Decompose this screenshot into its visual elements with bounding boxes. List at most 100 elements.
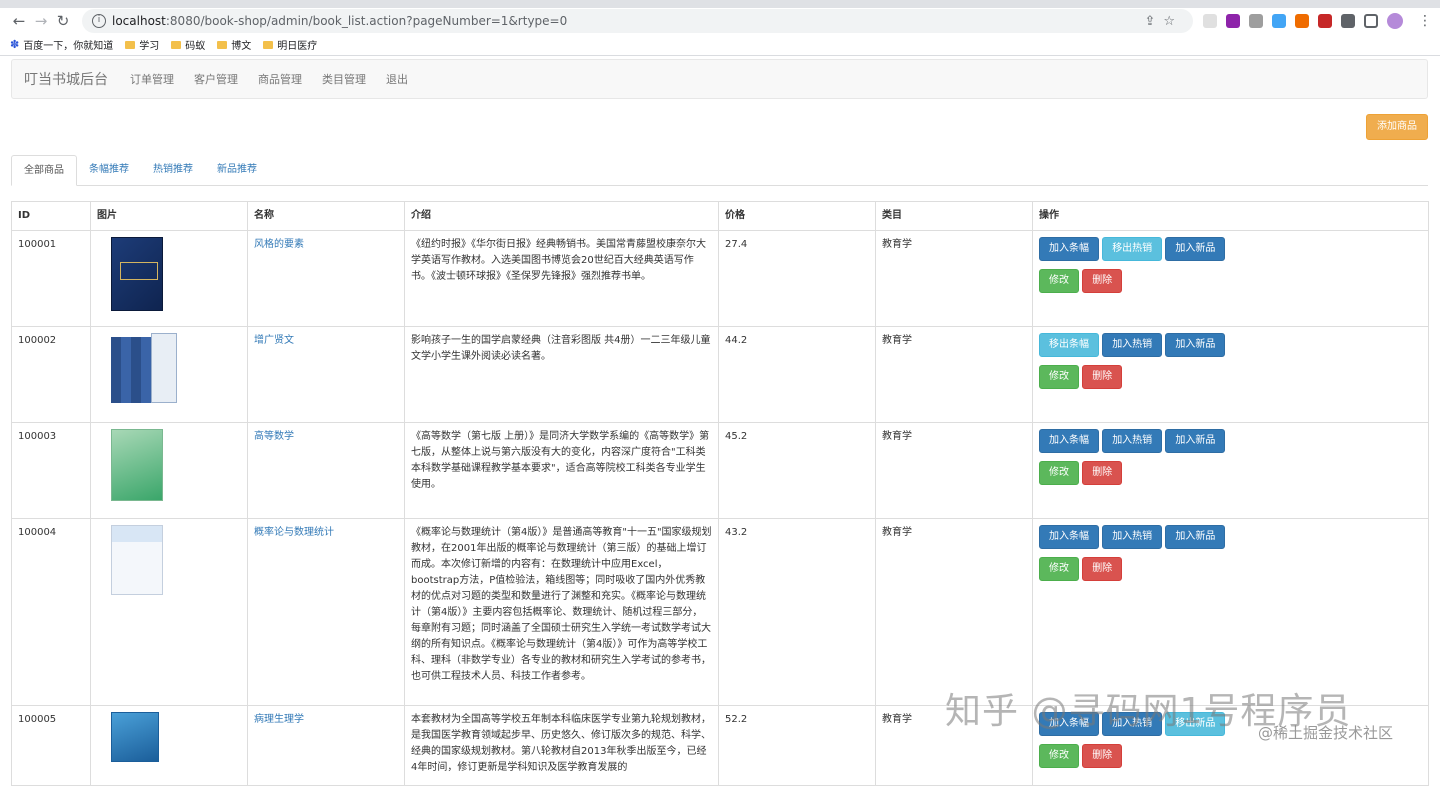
book-cover-image[interactable]: [111, 237, 163, 311]
nav-customers[interactable]: 客户管理: [184, 71, 248, 87]
book-cover-image[interactable]: [111, 525, 163, 595]
table-row: 100002 增广贤文 影响孩子一生的国学启蒙经典（注音彩图版 共4册）一二三年…: [11, 326, 1429, 423]
edit-button[interactable]: 修改: [1039, 461, 1079, 485]
folder-icon: [125, 40, 136, 49]
hot-toggle-button[interactable]: 加入热销: [1102, 429, 1163, 453]
bookmark-label: 百度一下，你就知道: [23, 41, 114, 52]
cell-id: 100002: [11, 326, 91, 423]
cell-desc: 影响孩子一生的国学启蒙经典（注音彩图版 共4册）一二三年级儿童文学小学生课外阅读…: [404, 326, 719, 423]
hot-toggle-button[interactable]: 加入热销: [1102, 333, 1163, 357]
delete-button[interactable]: 删除: [1082, 365, 1123, 389]
bookmark-folder[interactable]: 明日医疗: [263, 37, 317, 52]
cell-price: 45.2: [718, 422, 876, 519]
product-name-link[interactable]: 病理生理学: [254, 714, 304, 725]
extension-icon[interactable]: [1272, 14, 1286, 28]
bookmark-baidu[interactable]: ✽ 百度一下，你就知道: [10, 37, 113, 52]
bookmark-folder[interactable]: 博文: [217, 37, 251, 52]
cell-image: [90, 230, 248, 327]
extension-icon[interactable]: [1226, 14, 1240, 28]
nav-logout[interactable]: 退出: [376, 71, 418, 87]
sidepanel-icon[interactable]: [1364, 14, 1378, 28]
add-product-button[interactable]: 添加商品: [1366, 114, 1428, 140]
nav-orders[interactable]: 订单管理: [120, 71, 184, 87]
col-actions: 操作: [1032, 201, 1429, 231]
nav-products[interactable]: 商品管理: [248, 71, 312, 87]
extension-icon[interactable]: [1249, 14, 1263, 28]
table-row: 100004 概率论与数理统计 《概率论与数理统计（第4版）》是普通高等教育"十…: [11, 518, 1429, 706]
table-header-row: ID 图片 名称 介绍 价格 类目 操作: [11, 201, 1429, 231]
delete-button[interactable]: 删除: [1082, 557, 1123, 581]
avatar[interactable]: [1387, 13, 1403, 29]
new-toggle-button[interactable]: 加入新品: [1165, 237, 1226, 261]
action-row: 加入条幅 移出热销 加入新品: [1039, 237, 1422, 269]
nav-categories[interactable]: 类目管理: [312, 71, 376, 87]
tab-new[interactable]: 新品推荐: [205, 155, 269, 185]
hot-toggle-button[interactable]: 移出热销: [1102, 237, 1163, 261]
banner-toggle-button[interactable]: 加入条幅: [1039, 237, 1099, 261]
product-name-link[interactable]: 高等数学: [254, 431, 294, 442]
cell-image: [90, 705, 248, 786]
product-name-link[interactable]: 增广贤文: [254, 335, 294, 346]
book-cover-image[interactable]: [111, 333, 177, 407]
delete-button[interactable]: 删除: [1082, 744, 1123, 768]
bookmark-label: 学习: [139, 41, 160, 52]
hot-toggle-button[interactable]: 加入热销: [1102, 525, 1163, 549]
tab-all[interactable]: 全部商品: [11, 155, 77, 186]
cell-name: 风格的要素: [247, 230, 405, 327]
bookmark-folder[interactable]: 学习: [125, 37, 159, 52]
cell-desc: 《纽约时报》《华尔街日报》经典畅销书。美国常青藤盟校康奈尔大学英语写作教材。入选…: [404, 230, 719, 327]
cell-actions: 加入条幅 移出热销 加入新品 修改 删除: [1032, 230, 1429, 327]
tab-banner[interactable]: 条幅推荐: [77, 155, 141, 185]
folder-icon: [263, 40, 274, 49]
cell-image: [90, 326, 248, 423]
product-name-link[interactable]: 概率论与数理统计: [254, 527, 334, 538]
back-icon[interactable]: ←: [8, 12, 30, 30]
action-row: 修改 删除: [1039, 269, 1422, 301]
edit-button[interactable]: 修改: [1039, 269, 1079, 293]
folder-icon: [171, 40, 182, 49]
cell-price: 43.2: [718, 518, 876, 706]
edit-button[interactable]: 修改: [1039, 365, 1079, 389]
new-toggle-button[interactable]: 加入新品: [1165, 525, 1226, 549]
cell-image: [90, 422, 248, 519]
cell-category: 教育学: [875, 422, 1033, 519]
paw-icon: ✽: [10, 38, 20, 51]
cell-actions: 加入条幅 加入热销 加入新品 修改 删除: [1032, 422, 1429, 519]
share-star-icons[interactable]: ⇪☆: [1144, 14, 1183, 29]
new-toggle-button[interactable]: 加入新品: [1165, 333, 1226, 357]
edit-button[interactable]: 修改: [1039, 744, 1079, 768]
url-path: :8080/book-shop/admin/book_list.action?p…: [165, 14, 568, 28]
cell-id: 100003: [11, 422, 91, 519]
cell-id: 100004: [11, 518, 91, 706]
banner-toggle-button[interactable]: 移出条幅: [1039, 333, 1099, 357]
tab-hot[interactable]: 热销推荐: [141, 155, 205, 185]
banner-toggle-button[interactable]: 加入条幅: [1039, 429, 1099, 453]
delete-button[interactable]: 删除: [1082, 269, 1123, 293]
site-info-icon[interactable]: i: [92, 14, 106, 28]
extension-icon[interactable]: [1295, 14, 1309, 28]
delete-button[interactable]: 删除: [1082, 461, 1123, 485]
extension-icon[interactable]: [1318, 14, 1332, 28]
col-id: ID: [11, 201, 91, 231]
col-price: 价格: [718, 201, 876, 231]
reload-icon[interactable]: ↻: [52, 12, 74, 30]
bookmark-folder[interactable]: 码蚁: [171, 37, 205, 52]
new-toggle-button[interactable]: 加入新品: [1165, 429, 1226, 453]
book-cover-image[interactable]: [111, 712, 159, 762]
col-category: 类目: [875, 201, 1033, 231]
banner-toggle-button[interactable]: 加入条幅: [1039, 525, 1099, 549]
book-cover-image[interactable]: [111, 429, 163, 501]
product-name-link[interactable]: 风格的要素: [254, 239, 304, 250]
forward-icon[interactable]: →: [30, 12, 52, 30]
cell-image: [90, 518, 248, 706]
cell-name: 病理生理学: [247, 705, 405, 786]
col-image: 图片: [90, 201, 248, 231]
puzzle-icon[interactable]: [1341, 14, 1355, 28]
edit-button[interactable]: 修改: [1039, 557, 1079, 581]
extension-icon[interactable]: [1203, 14, 1217, 28]
brand[interactable]: 叮当书城后台: [12, 69, 120, 89]
menu-icon[interactable]: ⋮: [1418, 13, 1432, 29]
url-input[interactable]: i localhost:8080/book-shop/admin/book_li…: [82, 9, 1193, 33]
watermark-secondary: @稀土掘金技术社区: [1258, 724, 1394, 742]
browser-tabstrip: [0, 0, 1440, 8]
